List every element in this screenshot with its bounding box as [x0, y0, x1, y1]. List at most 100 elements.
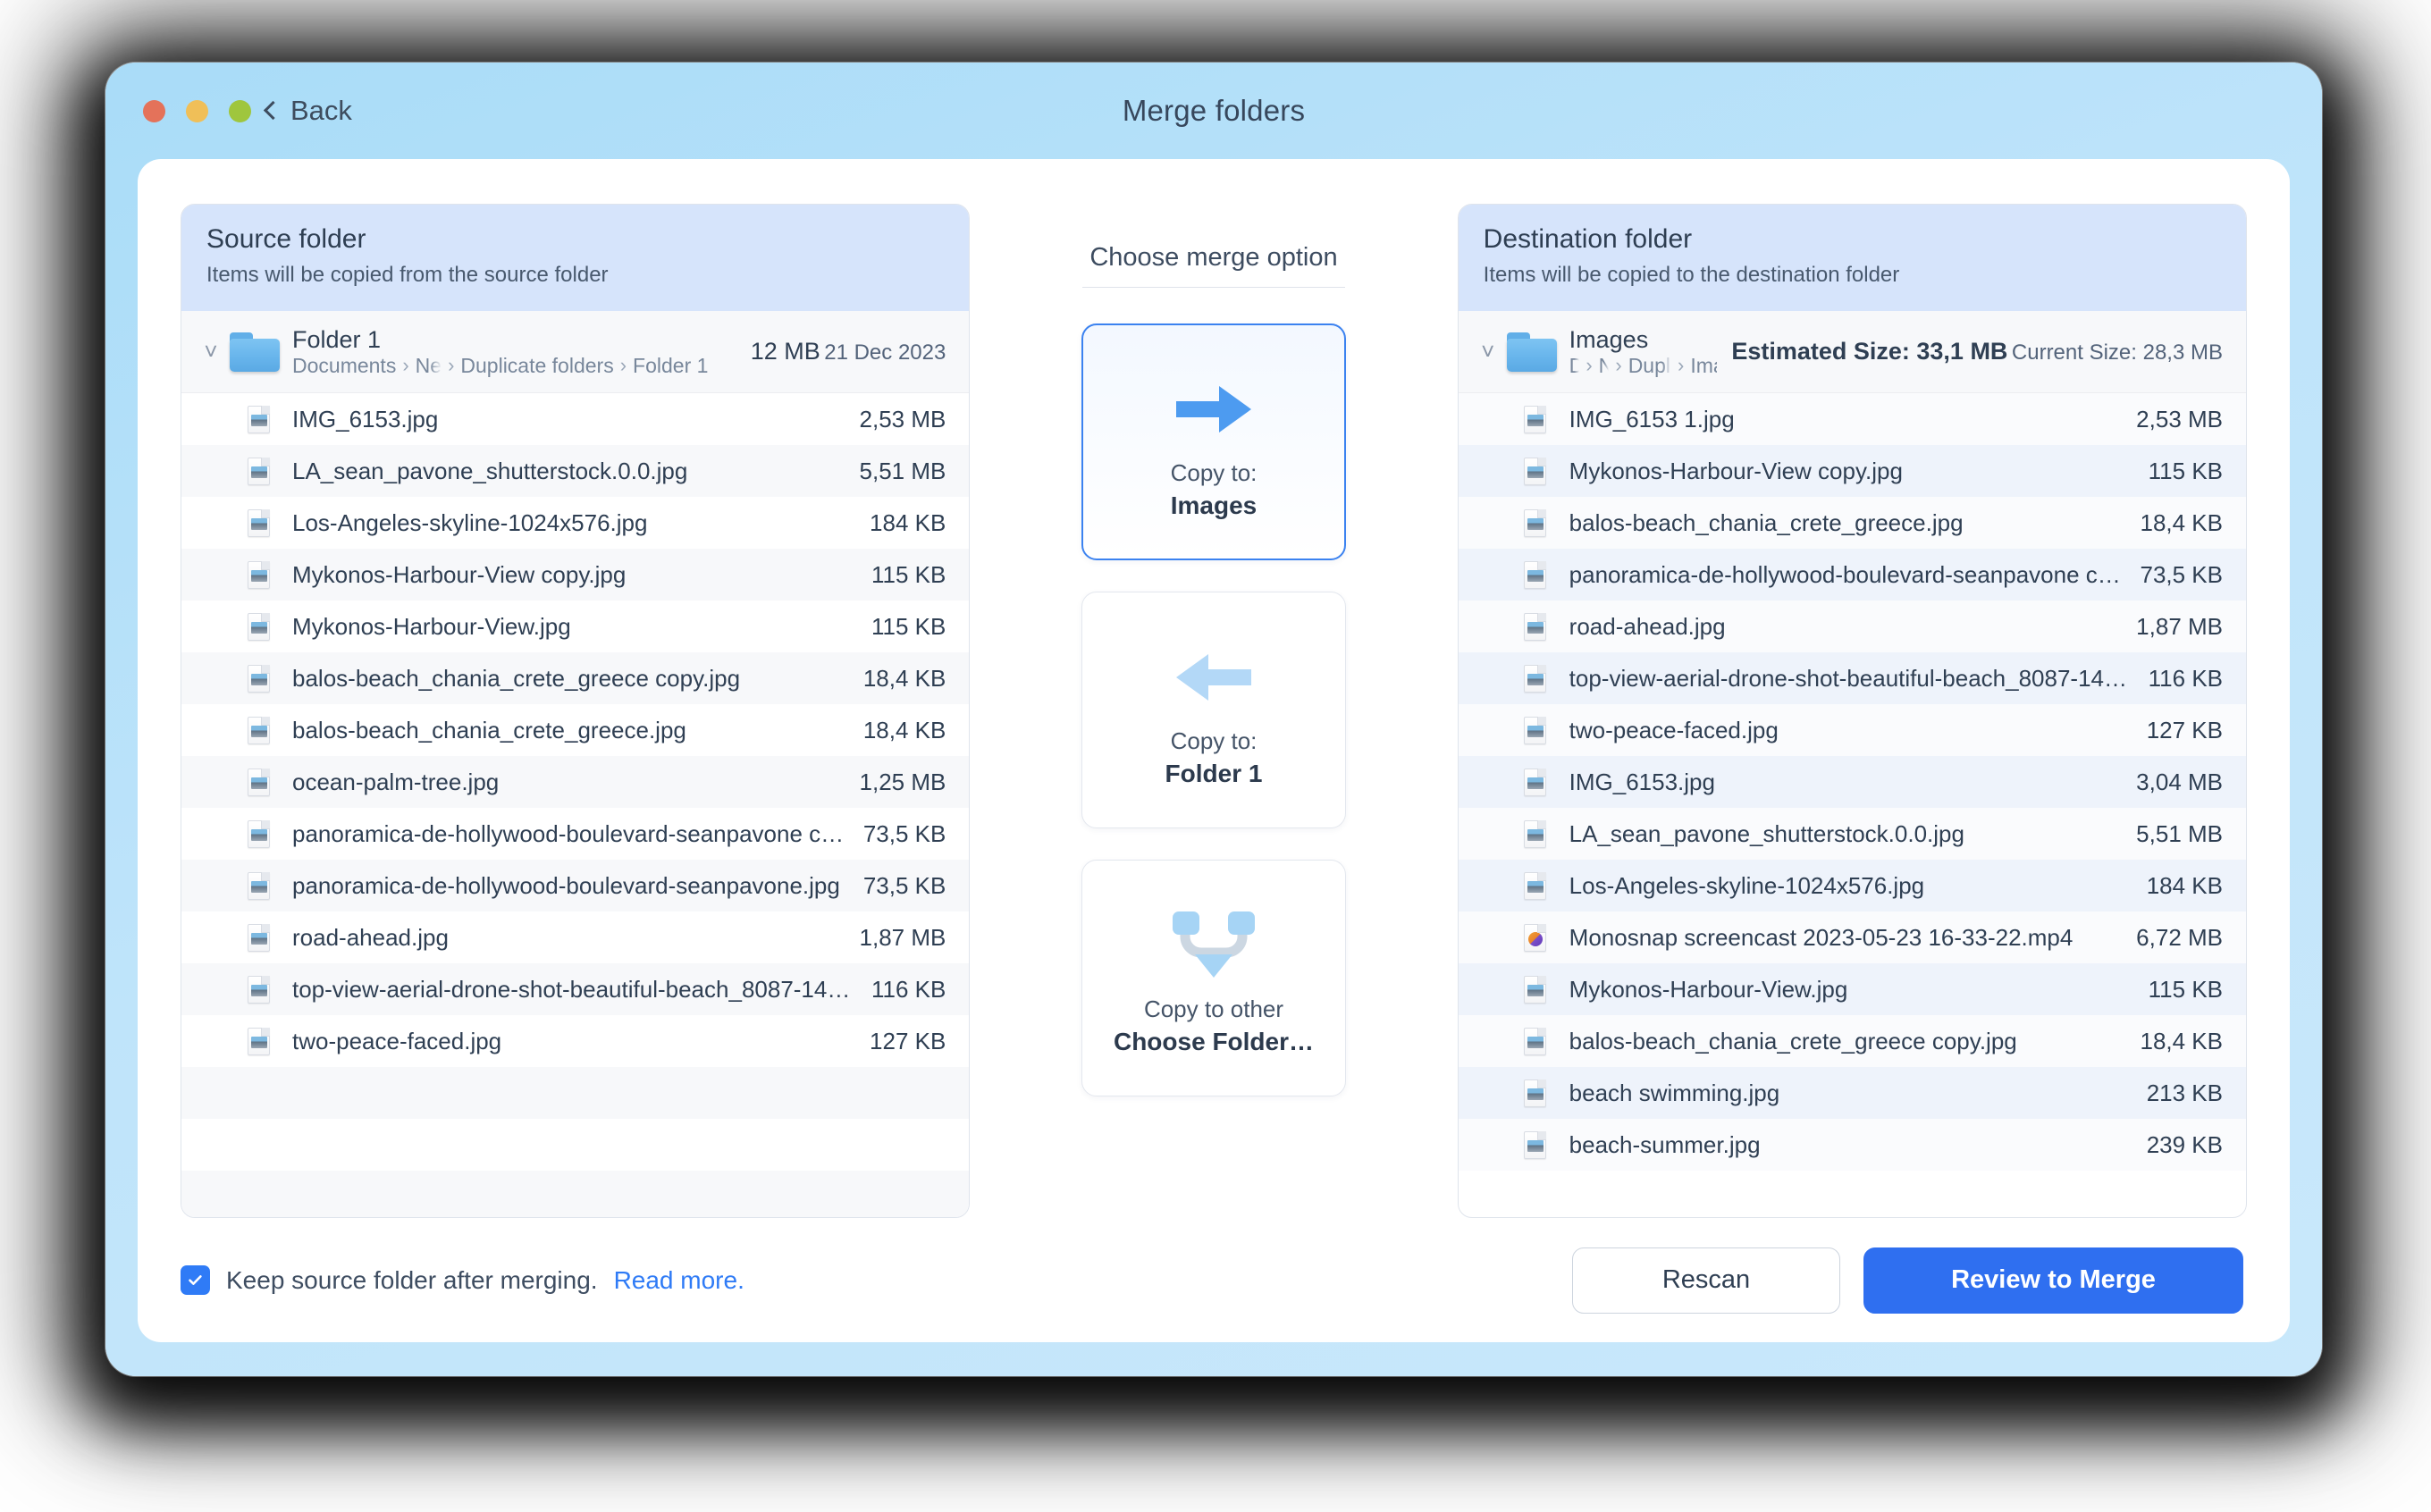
file-row[interactable]: LA_sean_pavone_shutterstock.0.0.jpg 5,51 … — [181, 445, 970, 497]
file-size: 73,5 KB — [862, 819, 946, 847]
page-title: Merge folders — [1122, 94, 1306, 127]
file-name: two-peace-faced.jpg — [292, 1027, 502, 1054]
breadcrumb-segment: Ne — [1599, 354, 1610, 378]
file-row[interactable]: two-peace-faced.jpg 127 KB — [1458, 704, 2246, 756]
file-row[interactable]: Mykonos-Harbour-View copy.jpg 115 KB — [1458, 445, 2246, 497]
destination-folder-meta: Images Do › Ne › Duplicate fo › Images — [1569, 326, 1718, 378]
merge-down-icon — [1167, 897, 1260, 994]
folder-icon — [1506, 332, 1557, 372]
merge-option-title: Choose merge option — [1089, 243, 1338, 272]
file-row[interactable]: panoramica-de-hollywood-boulevard-seanpa… — [181, 808, 970, 860]
breadcrumb-separator-icon: › — [402, 354, 409, 376]
image-file-icon — [1516, 405, 1555, 433]
image-file-icon — [239, 819, 278, 848]
file-size: 116 KB — [2148, 664, 2223, 692]
merge-option-2[interactable]: Copy to: Folder 1 — [1081, 592, 1346, 828]
file-size: 239 KB — [2146, 1130, 2223, 1158]
file-row[interactable]: balos-beach_chania_crete_greece copy.jpg… — [1458, 1015, 2246, 1067]
rescan-button[interactable]: Rescan — [1572, 1247, 1840, 1314]
file-size: 6,72 MB — [2136, 923, 2223, 951]
merge-option-list: Copy to: Images Copy to: Folder 1 Copy to ot… — [1081, 323, 1346, 1128]
file-row-empty — [181, 1119, 970, 1171]
file-row[interactable]: IMG_6153.jpg 2,53 MB — [181, 393, 970, 445]
destination-folder-row[interactable]: ˅ Images Do › Ne › Duplicate fo — [1458, 311, 2246, 393]
file-row[interactable]: road-ahead.jpg 1,87 MB — [181, 911, 970, 963]
file-row[interactable]: top-view-aerial-drone-shot-beautiful-bea… — [181, 963, 970, 1015]
read-more-link[interactable]: Read more. — [614, 1266, 744, 1295]
breadcrumb-separator-icon: › — [1586, 354, 1593, 376]
image-file-icon — [239, 664, 278, 693]
file-row[interactable]: balos-beach_chania_crete_greece copy.jpg… — [181, 652, 970, 704]
merge-option-line2: Images — [1170, 491, 1258, 520]
file-row[interactable]: IMG_6153.jpg 3,04 MB — [1458, 756, 2246, 808]
file-size: 213 KB — [2146, 1079, 2223, 1106]
breadcrumb-segment: Images — [1690, 353, 1717, 377]
image-file-icon — [239, 1027, 278, 1055]
file-size: 127 KB — [2146, 716, 2223, 743]
file-name: top-view-aerial-drone-shot-beautiful-bea… — [292, 975, 863, 1003]
file-row[interactable]: road-ahead.jpg 1,87 MB — [1458, 601, 2246, 652]
file-name: Los-Angeles-skyline-1024x576.jpg — [292, 508, 648, 536]
file-row[interactable]: Los-Angeles-skyline-1024x576.jpg 184 KB — [181, 497, 970, 549]
file-row[interactable]: balos-beach_chania_crete_greece.jpg 18,4 … — [181, 704, 970, 756]
file-name: IMG_6153 1.jpg — [1569, 405, 1735, 433]
file-size: 184 KB — [870, 508, 946, 536]
file-size: 18,4 KB — [862, 664, 946, 692]
review-to-merge-button[interactable]: Review to Merge — [1863, 1247, 2243, 1314]
breadcrumb-segment: Duplicate fo — [1628, 353, 1671, 377]
breadcrumb-segment: Folder 1 — [633, 353, 709, 377]
file-name: Mykonos-Harbour-View copy.jpg — [1569, 457, 1903, 484]
estimated-size: Estimated Size: 33,1 MB — [1731, 338, 2008, 365]
back-button-label: Back — [290, 95, 352, 126]
image-file-icon — [1516, 768, 1555, 796]
source-folder-row[interactable]: ˅ Folder 1 Documents › Ne › Duplicate fo… — [181, 311, 970, 393]
file-row[interactable]: beach-summer.jpg 239 KB — [1458, 1119, 2246, 1171]
file-row[interactable]: Mykonos-Harbour-View.jpg 115 KB — [181, 601, 970, 652]
file-row[interactable]: balos-beach_chania_crete_greece.jpg 18,4 … — [1458, 497, 2246, 549]
image-file-icon — [239, 560, 278, 589]
file-row[interactable]: ocean-palm-tree.jpg 1,25 MB — [181, 756, 970, 808]
chevron-down-icon[interactable]: ˅ — [198, 338, 224, 365]
image-file-icon — [1516, 508, 1555, 537]
image-file-icon — [239, 871, 278, 900]
chevron-down-icon[interactable]: ˅ — [1475, 338, 1502, 365]
file-row[interactable]: Monosnap screencast 2023-05-23 16-33-22.… — [1458, 911, 2246, 963]
image-file-icon — [239, 768, 278, 796]
file-row[interactable]: panoramica-de-hollywood-boulevard-seanpa… — [1458, 549, 2246, 601]
file-row[interactable]: top-view-aerial-drone-shot-beautiful-bea… — [1458, 652, 2246, 704]
breadcrumb-segment: Do — [1569, 354, 1580, 378]
file-row[interactable]: panoramica-de-hollywood-boulevard-seanpa… — [181, 860, 970, 911]
panels-row: Source folder Items will be copied from … — [138, 159, 2290, 1218]
destination-folder-panel: Destination folder Items will be copied … — [1457, 204, 2247, 1218]
back-button[interactable]: Back — [263, 95, 352, 127]
check-icon — [189, 1275, 202, 1285]
file-row[interactable]: two-peace-faced.jpg 127 KB — [181, 1015, 970, 1067]
file-name: Mykonos-Harbour-View.jpg — [1569, 975, 1848, 1003]
file-row[interactable]: IMG_6153 1.jpg 2,53 MB — [1458, 393, 2246, 445]
file-size: 18,4 KB — [862, 716, 946, 743]
file-name: LA_sean_pavone_shutterstock.0.0.jpg — [1569, 819, 1964, 847]
file-row[interactable]: LA_sean_pavone_shutterstock.0.0.jpg 5,51 … — [1458, 808, 2246, 860]
file-name: beach-summer.jpg — [1569, 1130, 1761, 1158]
source-file-list[interactable]: IMG_6153.jpg 2,53 MB LA_sean_pavone_shutte… — [181, 393, 970, 1217]
image-file-icon — [1516, 975, 1555, 1004]
close-window-button[interactable] — [143, 99, 165, 122]
file-row[interactable]: Los-Angeles-skyline-1024x576.jpg 184 KB — [1458, 860, 2246, 911]
file-row[interactable]: Mykonos-Harbour-View.jpg 115 KB — [1458, 963, 2246, 1015]
source-folder-date: 21 Dec 2023 — [824, 340, 946, 365]
file-row[interactable]: Mykonos-Harbour-View copy.jpg 115 KB — [181, 549, 970, 601]
merge-option-3[interactable]: Copy to other Choose Folder… — [1081, 860, 1346, 1096]
image-file-icon — [239, 405, 278, 433]
keep-source-checkbox[interactable] — [181, 1265, 210, 1295]
zoom-window-button[interactable] — [229, 99, 251, 122]
source-breadcrumb: Documents › Ne › Duplicate folders › Fol… — [292, 354, 736, 378]
image-file-icon — [239, 716, 278, 744]
merge-option-1[interactable]: Copy to: Images — [1081, 323, 1346, 560]
file-row[interactable]: beach swimming.jpg 213 KB — [1458, 1067, 2246, 1119]
file-name: balos-beach_chania_crete_greece copy.jpg — [292, 664, 741, 692]
destination-file-list[interactable]: IMG_6153 1.jpg 2,53 MB Mykonos-Harbour-Vie… — [1458, 393, 2246, 1217]
image-file-icon — [239, 508, 278, 537]
minimize-window-button[interactable] — [186, 99, 208, 122]
current-size: Current Size: 28,3 MB — [2011, 340, 2223, 365]
file-name: balos-beach_chania_crete_greece copy.jpg — [1569, 1027, 2017, 1054]
